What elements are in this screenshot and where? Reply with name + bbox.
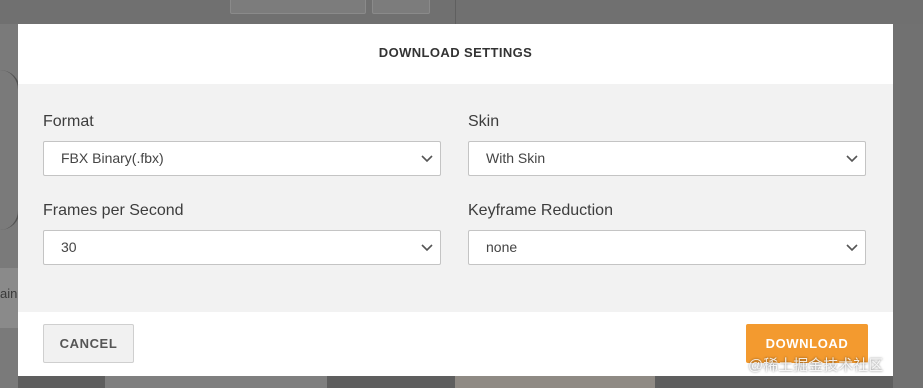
- chevron-down-icon: [846, 244, 858, 252]
- keyframe-reduction-select[interactable]: none: [468, 230, 866, 265]
- keyframe-reduction-label: Keyframe Reduction: [468, 202, 613, 219]
- chevron-down-icon: [846, 155, 858, 163]
- format-label: Format: [43, 113, 94, 130]
- dialog-title: DOWNLOAD SETTINGS: [378, 45, 533, 60]
- background-partial-text: ain: [0, 286, 18, 301]
- dialog-body: Format FBX Binary(.fbx) Skin With Skin F…: [18, 84, 893, 312]
- skin-field: Skin With Skin: [468, 111, 868, 176]
- background-button: [372, 0, 430, 14]
- background-divider: [455, 0, 456, 24]
- background-figure: [0, 70, 20, 230]
- fps-field: Frames per Second 30: [43, 200, 443, 265]
- skin-select-value: With Skin: [486, 150, 546, 166]
- download-settings-dialog: DOWNLOAD SETTINGS Format FBX Binary(.fbx…: [18, 24, 893, 376]
- fps-label: Frames per Second: [43, 202, 184, 219]
- dialog-header: DOWNLOAD SETTINGS: [18, 24, 893, 84]
- background-button: [230, 0, 366, 14]
- keyframe-reduction-select-value: none: [486, 239, 518, 255]
- chevron-down-icon: [421, 155, 433, 163]
- keyframe-reduction-field: Keyframe Reduction none: [468, 200, 868, 265]
- format-field: Format FBX Binary(.fbx): [43, 111, 443, 176]
- background-toolbar: [0, 0, 923, 24]
- format-select[interactable]: FBX Binary(.fbx): [43, 141, 441, 176]
- skin-label: Skin: [468, 113, 500, 130]
- background-bottom-preview: [455, 376, 655, 388]
- fps-select-value: 30: [61, 239, 77, 255]
- format-select-value: FBX Binary(.fbx): [61, 150, 164, 166]
- cancel-button[interactable]: CANCEL: [43, 324, 134, 363]
- background-bottom-panel: [105, 376, 327, 388]
- watermark: @稀土掘金技术社区: [748, 357, 884, 374]
- background-right-panel: [893, 24, 923, 388]
- fps-select[interactable]: 30: [43, 230, 441, 265]
- chevron-down-icon: [421, 244, 433, 252]
- skin-select[interactable]: With Skin: [468, 141, 866, 176]
